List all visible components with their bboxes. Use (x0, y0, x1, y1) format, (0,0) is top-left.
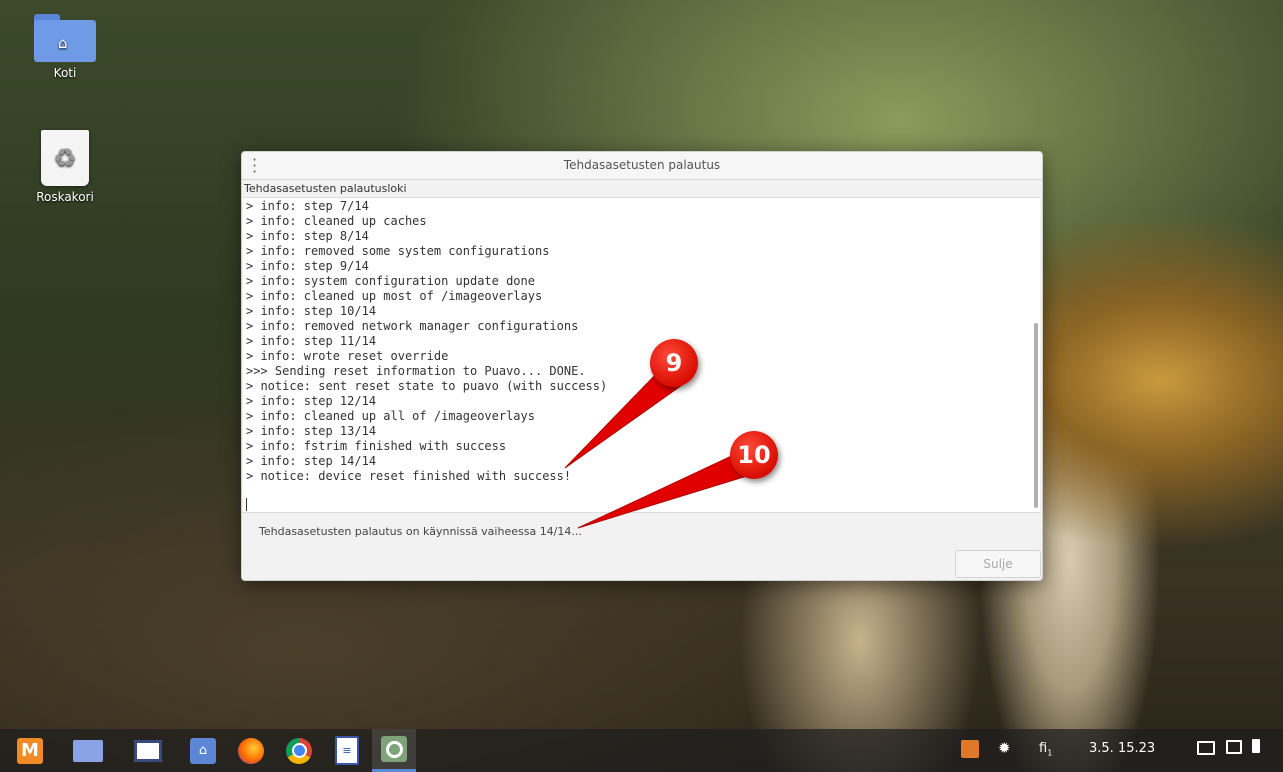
files-icon: ⌂ (190, 737, 216, 764)
callout-10: 10 (730, 431, 778, 479)
taskbar: M ⌂ ≡ ✹ fi1 3.5. 15.23 (0, 729, 1283, 772)
text-editor-button[interactable]: ≡ (325, 729, 369, 772)
reset-tool-icon (381, 736, 407, 762)
keyboard-layout-label: fi (1039, 741, 1048, 756)
firefox-button[interactable] (229, 729, 273, 772)
firefox-icon (238, 737, 264, 764)
text-editor-icon: ≡ (335, 736, 359, 765)
display-icon[interactable] (1197, 741, 1215, 755)
keyboard-layout-indicator[interactable]: fi1 (1039, 741, 1052, 758)
clock[interactable]: 3.5. 15.23 (1089, 741, 1155, 756)
menu-icon: M (17, 737, 43, 764)
window-switcher-button[interactable] (126, 729, 170, 772)
chrome-button[interactable] (277, 729, 321, 772)
reset-tool-button[interactable] (372, 729, 416, 772)
network-icon[interactable] (1226, 740, 1242, 754)
arrow-10 (577, 451, 751, 529)
workspace-icon (73, 739, 103, 762)
window-switcher-icon (134, 739, 162, 762)
workspace-button[interactable] (66, 729, 110, 772)
settings-gear-icon[interactable]: ✹ (998, 739, 1011, 757)
battery-icon[interactable] (1252, 739, 1260, 753)
files-button[interactable]: ⌂ (181, 729, 225, 772)
callout-9: 9 (650, 339, 698, 387)
puavo-tray-icon[interactable] (961, 740, 979, 758)
menu-button[interactable]: M (8, 729, 52, 772)
annotation-arrows (564, 369, 751, 529)
chrome-icon (286, 737, 312, 764)
